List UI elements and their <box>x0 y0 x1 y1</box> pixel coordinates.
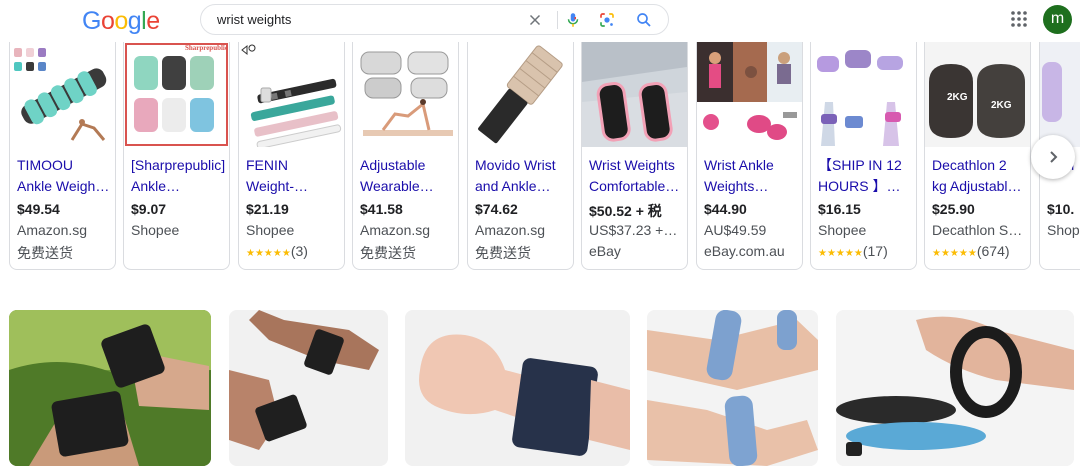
product-image <box>468 42 573 147</box>
product-image <box>10 42 115 147</box>
product-price: $25.90 <box>932 201 975 217</box>
product-card[interactable]: Wrist Weights Comfortable… $50.52 + 税 US… <box>581 42 688 270</box>
logo-letter: o <box>114 7 128 35</box>
svg-text:Sharprepublic: Sharprepublic <box>185 44 228 52</box>
image-results <box>0 310 1080 471</box>
product-image: Sharprepublic <box>124 42 229 147</box>
rating-stars-icon: ★★★★★ <box>818 248 863 259</box>
logo-letter: e <box>146 7 160 35</box>
logo-letter: g <box>127 7 142 35</box>
product-price: $41.58 <box>360 201 403 217</box>
google-lens-icon[interactable] <box>598 11 616 29</box>
product-price: $50.52 + 税 <box>589 203 662 219</box>
product-store: Shop <box>1047 222 1080 238</box>
image-result[interactable] <box>9 310 211 466</box>
svg-text:2KG: 2KG <box>947 92 968 103</box>
microphone-icon[interactable] <box>564 11 582 29</box>
search-input[interactable]: wrist weights <box>217 12 291 27</box>
product-store-secondary: eBay.com.au <box>704 243 785 259</box>
search-header: Google wrist weights m <box>0 0 1080 42</box>
product-store: Shopee <box>818 222 867 238</box>
svg-text:2KG: 2KG <box>991 100 1012 111</box>
product-price: $74.62 <box>475 201 518 217</box>
image-result[interactable] <box>229 310 388 466</box>
product-rating: ★★★★★(674) <box>932 243 1010 259</box>
product-store: US$37.23 +… <box>589 222 678 238</box>
product-store: Amazon.sg <box>17 222 88 238</box>
product-card[interactable]: Wrist Ankle Weights… $44.90 AU$49.59 eBa… <box>696 42 803 270</box>
product-store: Shopee <box>131 222 180 238</box>
product-image <box>582 42 687 147</box>
google-logo[interactable]: Google <box>82 6 160 36</box>
product-image: 2KG 2KG <box>925 42 1030 147</box>
product-card[interactable]: Movido Wrist and Ankle… $74.62 Amazon.sg… <box>467 42 574 270</box>
product-card[interactable]: 【SHIP IN 12 HOURS 】… $16.15 Shopee ★★★★★… <box>810 42 917 270</box>
product-card[interactable]: TIMOOU Ankle Weigh… $49.54 Amazon.sg 免费送… <box>9 42 116 270</box>
image-result[interactable] <box>405 310 630 466</box>
account-avatar[interactable]: m <box>1043 5 1072 34</box>
logo-letter: G <box>82 7 101 35</box>
product-store: Decathlon S… <box>932 222 1023 238</box>
product-rating: ★★★★★(3) <box>246 243 308 259</box>
product-title[interactable]: [Sharprepublic] Ankle… <box>131 155 226 197</box>
product-card[interactable]: Adjustable Wearable… $41.58 Amazon.sg 免费… <box>352 42 459 270</box>
product-price: $10. <box>1047 201 1075 217</box>
product-card[interactable]: FENIN Weight-… $21.19 Shopee ★★★★★(3) <box>238 42 345 270</box>
image-result[interactable] <box>647 310 818 466</box>
product-store: Amazon.sg <box>475 222 546 238</box>
shopping-carousel: TIMOOU Ankle Weigh… $49.54 Amazon.sg 免费送… <box>0 42 1080 272</box>
product-card[interactable]: 2KG 2KG Decathlon 2 kg Adjustabl… $25.90… <box>924 42 1031 270</box>
product-price: $49.54 <box>17 201 60 217</box>
rating-stars-icon: ★★★★★ <box>246 248 291 259</box>
product-store: AU$49.59 <box>704 222 767 238</box>
carousel-next-button[interactable] <box>1031 135 1075 179</box>
product-price: $44.90 <box>704 201 747 217</box>
product-title[interactable]: Adjustable Wearable… <box>360 155 455 197</box>
product-store: Shopee <box>246 222 295 238</box>
shipping-note: 免费送货 <box>360 245 416 261</box>
search-divider <box>557 11 558 29</box>
shipping-note: 免费送货 <box>475 245 531 261</box>
product-image <box>811 42 916 147</box>
product-store: Amazon.sg <box>360 222 431 238</box>
product-image <box>697 42 802 147</box>
clear-icon[interactable] <box>526 11 544 29</box>
product-rating: ★★★★★(17) <box>818 243 888 259</box>
product-price: $21.19 <box>246 201 289 217</box>
product-title[interactable]: Wrist Ankle Weights… <box>704 155 799 197</box>
apps-grid-icon[interactable] <box>1009 9 1029 29</box>
product-title[interactable]: Movido Wrist and Ankle… <box>475 155 570 197</box>
search-icon[interactable] <box>635 11 653 29</box>
product-title[interactable]: Wrist Weights Comfortable… <box>589 155 684 197</box>
product-image <box>1040 42 1080 147</box>
search-box[interactable]: wrist weights <box>200 4 669 35</box>
shipping-note: 免费送货 <box>17 245 73 261</box>
product-price: $16.15 <box>818 201 861 217</box>
product-store-secondary: eBay <box>589 243 621 259</box>
rating-stars-icon: ★★★★★ <box>932 248 977 259</box>
logo-letter: o <box>100 7 115 35</box>
product-price: $9.07 <box>131 201 167 217</box>
product-card[interactable]: Sharprepublic [Sharprepublic] Ankle… $9.… <box>123 42 230 270</box>
chevron-right-icon <box>1050 151 1058 163</box>
product-title[interactable]: TIMOOU Ankle Weigh… <box>17 155 112 197</box>
product-title[interactable]: Decathlon 2 kg Adjustabl… <box>932 155 1027 197</box>
product-title[interactable]: FENIN Weight-… <box>246 155 341 197</box>
product-image <box>353 42 458 147</box>
product-title[interactable]: 【SHIP IN 12 HOURS 】… <box>818 155 913 197</box>
image-result[interactable] <box>836 310 1074 466</box>
product-image <box>239 42 344 147</box>
